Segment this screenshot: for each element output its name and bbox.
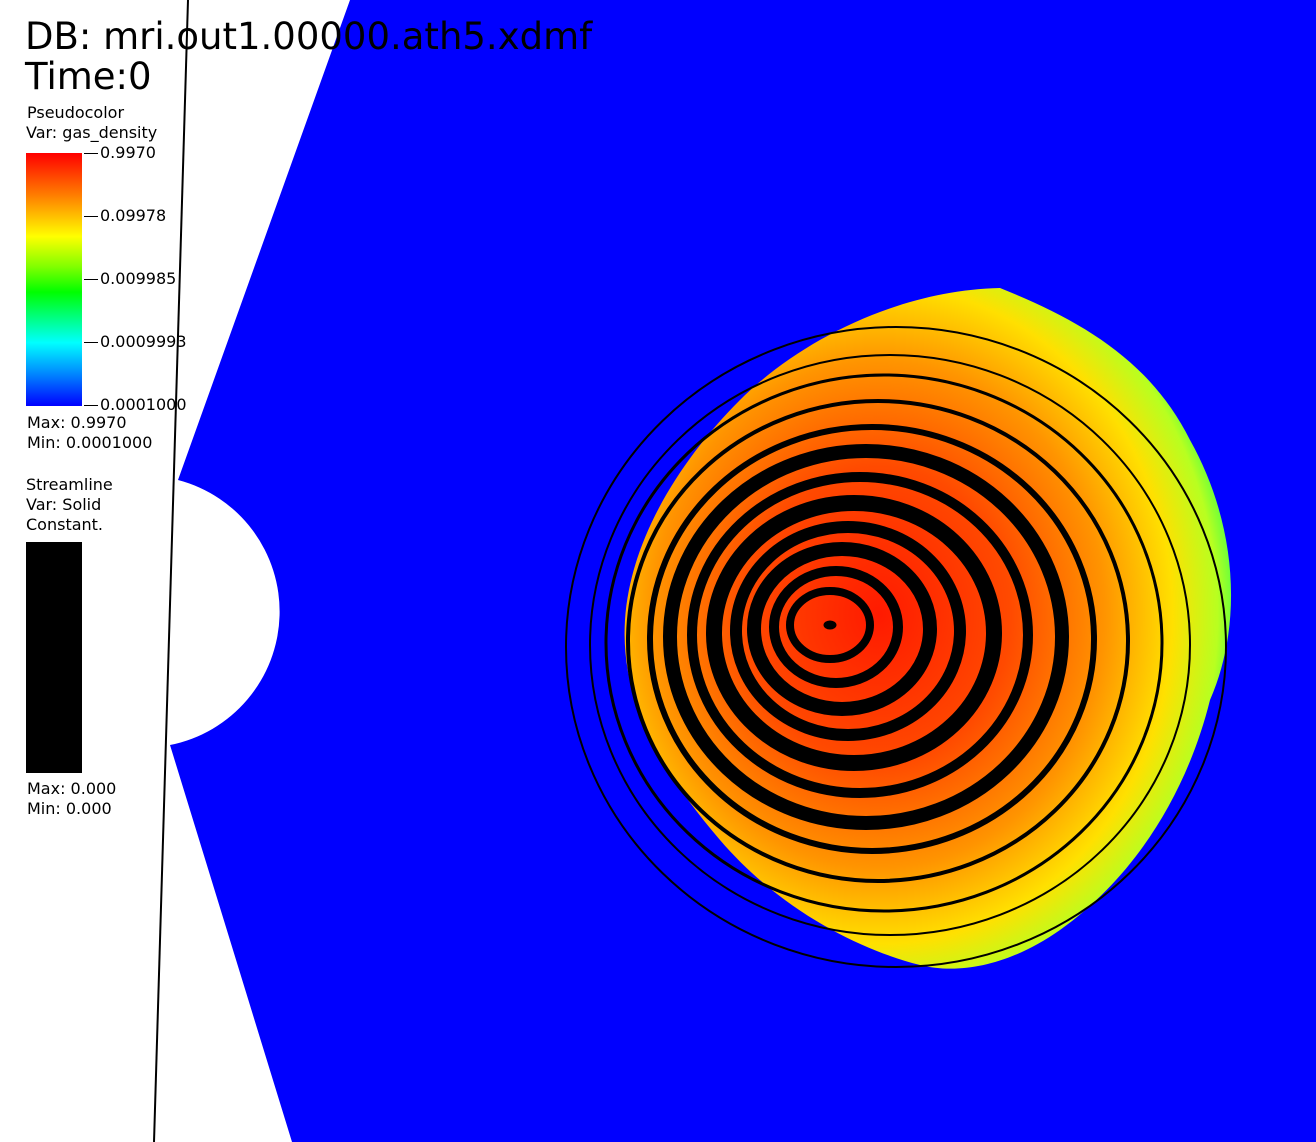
pseudocolor-max: Max: 0.9970	[27, 413, 127, 432]
colorbar-tick-label: 0.0009993	[100, 332, 187, 351]
colorbar-tick-label: 0.009985	[100, 269, 177, 288]
streamline-colorbar	[26, 542, 82, 773]
colorbar-tick	[84, 342, 98, 343]
colorbar-tick	[84, 279, 98, 280]
database-title: DB: mri.out1.00000.ath5.xdmf	[25, 15, 593, 58]
streamline-max: Max: 0.000	[27, 779, 117, 798]
vortex-center	[823, 620, 837, 630]
colorbar-tick-label: 0.0001000	[100, 395, 187, 414]
colorbar-tick-label: 0.09978	[100, 206, 167, 225]
time-label: Time:0	[25, 55, 152, 98]
axis-line	[153, 0, 189, 1142]
streamline-min: Min: 0.000	[27, 799, 112, 818]
streamline-legend-var: Var: Solid	[26, 495, 102, 514]
pseudocolor-legend-title: Pseudocolor	[27, 103, 125, 122]
colorbar-tick-label: 0.9970	[100, 143, 156, 162]
density-plot	[153, 0, 1316, 1142]
pseudocolor-colorbar	[26, 153, 82, 406]
colorbar-tick	[84, 405, 98, 406]
colorbar-tick	[84, 216, 98, 217]
streamline-legend-title: Streamline	[26, 475, 113, 494]
colorbar-tick	[84, 153, 98, 154]
pseudocolor-legend-var: Var: gas_density	[26, 123, 158, 142]
pseudocolor-min: Min: 0.0001000	[27, 433, 153, 452]
visit-render-window: DB: mri.out1.00000.ath5.xdmf Time:0 Pseu…	[0, 0, 1316, 1142]
streamline-legend-mode: Constant.	[26, 515, 104, 534]
